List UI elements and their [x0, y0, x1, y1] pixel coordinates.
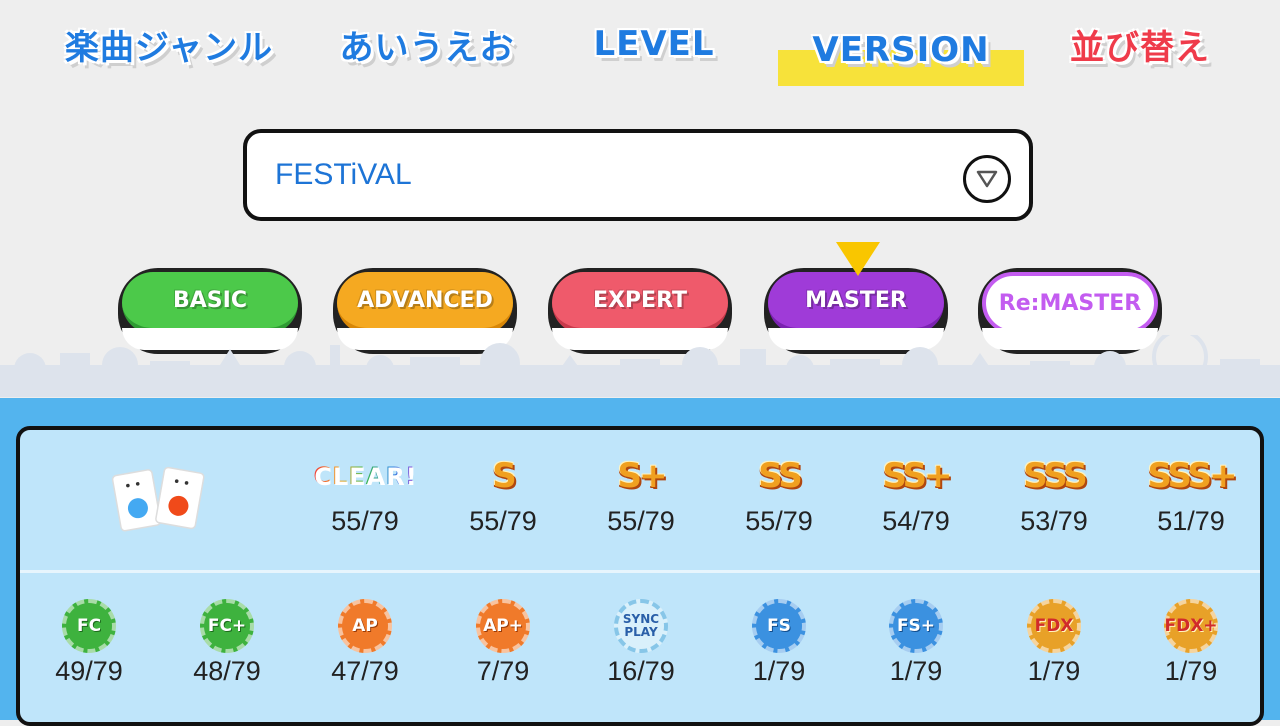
- tab-genre-label: 楽曲ジャンル: [64, 27, 274, 68]
- tab-aiueo-label: あいうえお: [339, 27, 515, 68]
- fc-coin-text: FC: [76, 616, 102, 636]
- stat-fc-count: 49/79: [55, 656, 123, 686]
- stat-rank-sss-plus: SSS+ 51/79: [1126, 448, 1256, 537]
- stat-rank-sss-count: 53/79: [1020, 506, 1088, 536]
- stat-fdx: FDX 1/79: [989, 598, 1119, 687]
- fs-coin-icon: FS: [714, 598, 844, 654]
- rank-sss-plus-text: SSS+: [1147, 456, 1238, 496]
- stat-rank-s-plus-count: 55/79: [607, 506, 675, 536]
- tab-sort-label: 並び替え: [1070, 27, 1210, 68]
- selected-difficulty-arrow-icon: [836, 242, 880, 276]
- stat-rank-ss-plus-count: 54/79: [882, 506, 950, 536]
- stat-sync-play: SYNC PLAY 16/79: [576, 598, 706, 687]
- rank-s-plus-badge-icon: S+: [576, 448, 706, 504]
- stat-fs-plus-count: 1/79: [889, 656, 943, 686]
- stat-rank-ss-plus: SS+ 54/79: [851, 448, 981, 537]
- rank-s-badge-icon: S: [438, 448, 568, 504]
- tab-level-label: LEVEL: [593, 24, 715, 64]
- clear-badge-icon: CLEAR!: [300, 448, 430, 504]
- fs-plus-coin-icon: FS+: [851, 598, 981, 654]
- stat-fs-count: 1/79: [752, 656, 806, 686]
- sync-play-coin-text: SYNC PLAY: [622, 612, 660, 639]
- chevron-down-circle-icon[interactable]: [963, 155, 1011, 203]
- rank-sss-text: SSS: [1023, 456, 1087, 496]
- stat-rank-s: S 55/79: [438, 448, 568, 537]
- tab-aiueo[interactable]: あいうえお: [332, 14, 522, 74]
- stat-fdx-count: 1/79: [1027, 656, 1081, 686]
- ap-plus-coin-icon: AP+: [438, 598, 568, 654]
- fc-coin-icon: FC: [24, 598, 154, 654]
- sync-play-coin-icon: SYNC PLAY: [576, 598, 706, 654]
- stats-divider: [20, 570, 1260, 573]
- stat-clear: CLEAR! 55/79: [300, 448, 430, 537]
- rank-ss-text: SS: [758, 456, 802, 496]
- tab-sort[interactable]: 並び替え: [1060, 14, 1220, 74]
- ap-coin-icon: AP: [300, 598, 430, 654]
- stat-fc-plus-count: 48/79: [193, 656, 261, 686]
- fdx-plus-coin-text: FDX+: [1164, 616, 1218, 636]
- difficulty-master-label: MASTER: [805, 287, 907, 313]
- rank-ss-plus-badge-icon: SS+: [851, 448, 981, 504]
- tab-version-label: VERSION: [812, 30, 990, 70]
- version-select-value: FESTiVAL: [275, 158, 412, 191]
- fc-plus-coin-text: FC+: [207, 616, 247, 636]
- stat-ap-plus-count: 7/79: [476, 656, 530, 686]
- difficulty-remaster-label: Re:MASTER: [998, 290, 1142, 316]
- ticket-mascot-icon: [108, 462, 208, 532]
- stat-clear-count: 55/79: [331, 506, 399, 536]
- ap-coin-text: AP: [352, 616, 378, 636]
- stat-ap-count: 47/79: [331, 656, 399, 686]
- stat-fc-plus: FC+ 48/79: [162, 598, 292, 687]
- fdx-coin-text: FDX: [1034, 616, 1074, 636]
- stat-fs: FS 1/79: [714, 598, 844, 687]
- stat-rank-sss-plus-count: 51/79: [1157, 506, 1225, 536]
- rank-sss-plus-badge-icon: SSS+: [1126, 448, 1256, 504]
- tab-version[interactable]: VERSION: [778, 14, 1024, 86]
- fdx-coin-icon: FDX: [989, 598, 1119, 654]
- fs-plus-coin-text: FS+: [896, 616, 936, 636]
- rank-s-text: S: [492, 456, 516, 496]
- stat-sync-play-count: 16/79: [607, 656, 675, 686]
- difficulty-basic-label: BASIC: [173, 287, 247, 313]
- rank-s-plus-text: S+: [617, 456, 668, 496]
- top-tab-bar: 楽曲ジャンル あいうえお LEVEL VERSION 並び替え: [0, 0, 1280, 100]
- fc-plus-coin-icon: FC+: [162, 598, 292, 654]
- fs-coin-text: FS: [767, 616, 791, 636]
- tab-genre[interactable]: 楽曲ジャンル: [58, 14, 280, 74]
- difficulty-advanced-label: ADVANCED: [357, 287, 493, 313]
- rank-ss-plus-text: SS+: [882, 456, 953, 496]
- stat-fs-plus: FS+ 1/79: [851, 598, 981, 687]
- stat-rank-s-plus: S+ 55/79: [576, 448, 706, 537]
- rank-ss-badge-icon: SS: [714, 448, 844, 504]
- stat-fdx-plus-count: 1/79: [1164, 656, 1218, 686]
- city-silhouette-decoration: [0, 335, 1280, 397]
- stat-fc: FC 49/79: [24, 598, 154, 687]
- tab-level[interactable]: LEVEL: [574, 14, 734, 74]
- version-select[interactable]: FESTiVAL: [243, 129, 1033, 221]
- stat-ap: AP 47/79: [300, 598, 430, 687]
- clear-badge-text: CLEAR!: [313, 462, 417, 490]
- difficulty-expert-label: EXPERT: [592, 287, 688, 313]
- stat-rank-sss: SSS 53/79: [989, 448, 1119, 537]
- stat-rank-ss-count: 55/79: [745, 506, 813, 536]
- stat-fdx-plus: FDX+ 1/79: [1126, 598, 1256, 687]
- stat-ap-plus: AP+ 7/79: [438, 598, 568, 687]
- stat-rank-s-count: 55/79: [469, 506, 537, 536]
- fdx-plus-coin-icon: FDX+: [1126, 598, 1256, 654]
- rank-sss-badge-icon: SSS: [989, 448, 1119, 504]
- ap-plus-coin-text: AP+: [483, 616, 523, 636]
- stat-rank-ss: SS 55/79: [714, 448, 844, 537]
